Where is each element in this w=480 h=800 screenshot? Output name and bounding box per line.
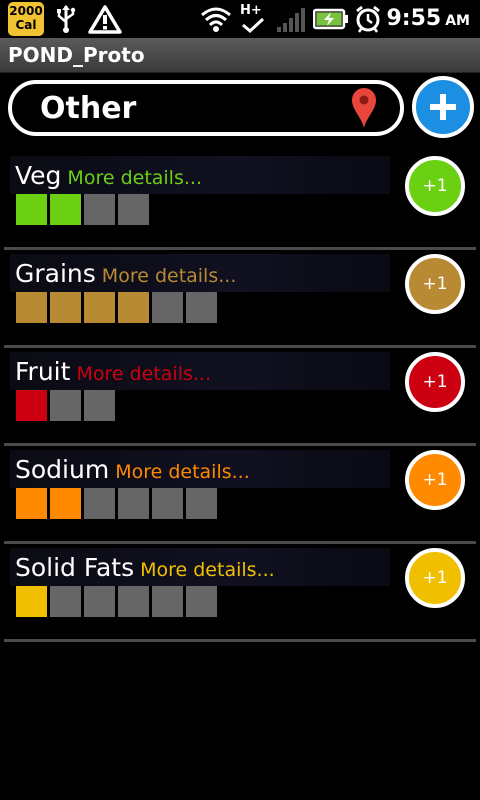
divider: [4, 639, 476, 642]
category-name: Solid Fats: [15, 553, 135, 582]
serving-boxes: [16, 292, 220, 323]
serving-box-empty: [186, 586, 217, 617]
serving-box-filled: [50, 488, 81, 519]
plus-one-button[interactable]: +1: [405, 254, 465, 314]
category-name: Veg: [15, 161, 62, 190]
more-details-link[interactable]: More details...: [76, 363, 211, 385]
wifi-icon: [200, 4, 232, 34]
more-details-link[interactable]: More details...: [140, 559, 275, 581]
serving-box-empty: [50, 586, 81, 617]
category-name: Grains: [15, 259, 96, 288]
serving-box-empty: [152, 292, 183, 323]
hplus-data-icon: H+: [240, 4, 266, 34]
clock: 9:55 AM: [386, 4, 470, 34]
location-field[interactable]: Other: [8, 80, 404, 136]
plus-one-button[interactable]: +1: [405, 352, 465, 412]
list-item: Grains More details... +1: [0, 250, 480, 348]
category-name: Fruit: [15, 357, 71, 386]
serving-box-empty: [118, 194, 149, 225]
category-list: Veg More details... +1 Grains More details…: [0, 152, 480, 642]
map-pin-icon[interactable]: [350, 86, 378, 134]
serving-box-empty: [84, 194, 115, 225]
serving-boxes: [16, 390, 118, 421]
serving-box-filled: [50, 292, 81, 323]
location-value: Other: [40, 91, 137, 126]
battery-charging-icon: [313, 4, 349, 34]
plus-one-button[interactable]: +1: [405, 450, 465, 510]
signal-icon: [276, 4, 306, 34]
plus-one-button[interactable]: +1: [405, 156, 465, 216]
usb-icon: [54, 4, 78, 34]
serving-box-filled: [16, 390, 47, 421]
clock-time: 9:55: [386, 6, 442, 31]
serving-box-empty: [186, 292, 217, 323]
more-details-link[interactable]: More details...: [102, 265, 237, 287]
calorie-badge-icon[interactable]: 2000 Cal: [8, 2, 44, 36]
serving-box-empty: [84, 488, 115, 519]
serving-boxes: [16, 586, 220, 617]
serving-box-filled: [118, 292, 149, 323]
app-title: POND_Proto: [8, 43, 145, 67]
serving-box-empty: [84, 586, 115, 617]
serving-box-empty: [84, 390, 115, 421]
serving-boxes: [16, 194, 152, 225]
list-item: Solid Fats More details... +1: [0, 544, 480, 642]
list-item: Veg More details... +1: [0, 152, 480, 250]
more-details-link[interactable]: More details...: [115, 461, 250, 483]
network-type-label: H+: [240, 3, 262, 18]
category-name: Sodium: [15, 455, 110, 484]
list-item: Sodium More details... +1: [0, 446, 480, 544]
list-item: Fruit More details... +1: [0, 348, 480, 446]
serving-box-empty: [152, 586, 183, 617]
plus-one-button[interactable]: +1: [405, 548, 465, 608]
status-bar: 2000 Cal H+ 9:55 AM: [0, 0, 480, 38]
app-title-bar: POND_Proto: [0, 38, 480, 73]
alarm-icon: [354, 4, 382, 34]
serving-box-filled: [16, 194, 47, 225]
serving-box-filled: [16, 292, 47, 323]
warning-icon: [88, 4, 122, 34]
serving-box-empty: [118, 586, 149, 617]
serving-box-empty: [152, 488, 183, 519]
calorie-badge-unit: Cal: [15, 18, 37, 32]
serving-box-filled: [16, 586, 47, 617]
serving-box-empty: [50, 390, 81, 421]
serving-box-empty: [118, 488, 149, 519]
serving-box-filled: [16, 488, 47, 519]
serving-box-filled: [50, 194, 81, 225]
serving-boxes: [16, 488, 220, 519]
serving-box-filled: [84, 292, 115, 323]
serving-box-empty: [186, 488, 217, 519]
more-details-link[interactable]: More details...: [67, 167, 202, 189]
add-button[interactable]: [412, 76, 474, 138]
plus-icon: [430, 94, 456, 120]
clock-ampm: AM: [445, 13, 470, 29]
calorie-badge-value: 2000: [9, 4, 43, 18]
